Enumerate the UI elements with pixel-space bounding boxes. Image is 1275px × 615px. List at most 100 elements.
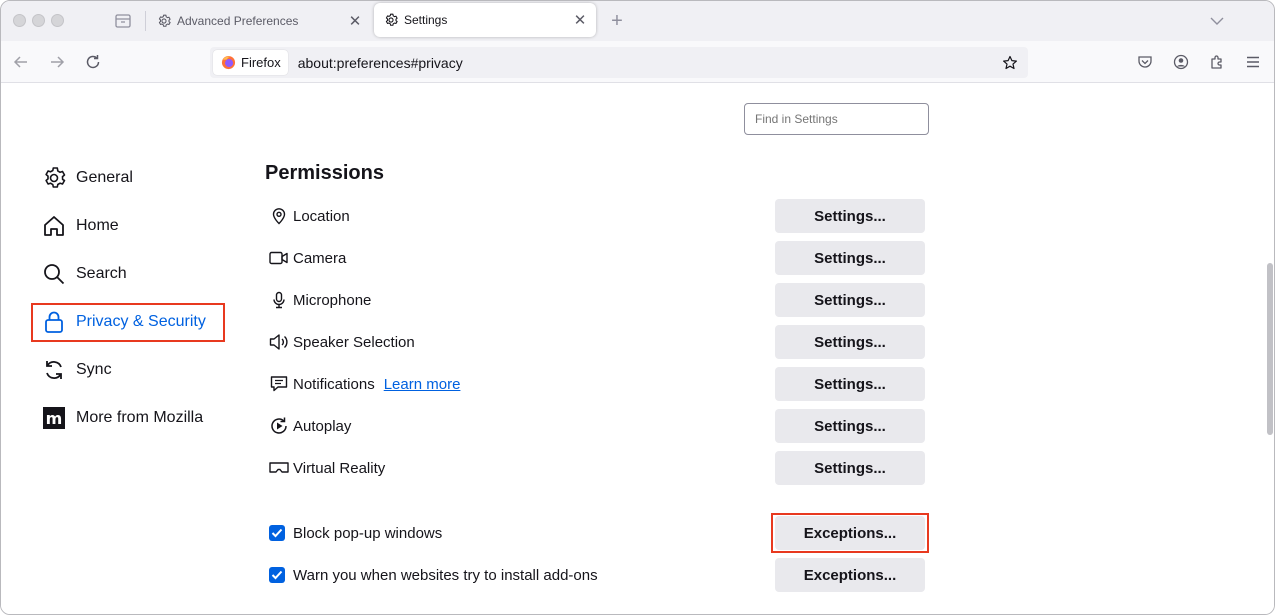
category-search[interactable]: Search xyxy=(41,256,127,292)
tab-separator xyxy=(145,11,146,31)
permission-row-speaker-selection: Speaker Selection xyxy=(269,325,415,359)
notifications-settings-button[interactable]: Settings... xyxy=(775,367,925,401)
location-icon xyxy=(269,206,289,226)
category-label: General xyxy=(76,169,133,186)
pocket-button[interactable] xyxy=(1133,50,1157,74)
microphone-settings-button[interactable]: Settings... xyxy=(775,283,925,317)
account-icon xyxy=(1173,54,1189,70)
gear-icon xyxy=(384,13,398,27)
category-more-from-mozilla[interactable]: m More from Mozilla xyxy=(41,400,203,436)
browser-window: Advanced Preferences ✕ Settings ✕ + Fire… xyxy=(0,0,1275,615)
location-settings-button[interactable]: Settings... xyxy=(775,199,925,233)
category-general[interactable]: General xyxy=(41,160,133,196)
home-icon xyxy=(41,213,67,239)
tab-title: Settings xyxy=(404,13,448,27)
autoplay-settings-button[interactable]: Settings... xyxy=(775,409,925,443)
checkbox-label: Block pop-up windows xyxy=(293,524,443,542)
firefox-view-button[interactable] xyxy=(113,12,133,30)
microphone-icon xyxy=(269,290,289,310)
navigation-toolbar: Firefox about:preferences#privacy xyxy=(1,41,1274,83)
minimize-window-button[interactable] xyxy=(32,14,45,27)
chevron-down-icon xyxy=(1210,17,1224,25)
app-menu-button[interactable] xyxy=(1241,50,1265,74)
permissions-heading: Permissions xyxy=(265,162,384,184)
bookmark-star-button[interactable] xyxy=(998,51,1022,75)
settings-content: General Home Search Privacy & Security xyxy=(1,83,1274,614)
block-popups-row: Block pop-up windows xyxy=(269,518,442,548)
category-home[interactable]: Home xyxy=(41,208,119,244)
category-label: Home xyxy=(76,217,119,234)
reload-button[interactable] xyxy=(81,50,105,74)
new-tab-button[interactable]: + xyxy=(606,10,628,32)
notification-icon xyxy=(269,374,289,394)
permission-label: Virtual Reality xyxy=(293,459,386,477)
close-tab-icon[interactable]: ✕ xyxy=(568,8,592,32)
back-button[interactable] xyxy=(9,50,33,74)
addons-exceptions-button[interactable]: Exceptions... xyxy=(775,558,925,592)
close-tab-icon[interactable]: ✕ xyxy=(343,9,367,33)
sync-icon xyxy=(41,357,67,383)
close-window-button[interactable] xyxy=(13,14,26,27)
page-scrollbar[interactable] xyxy=(1267,263,1273,435)
zoom-window-button[interactable] xyxy=(51,14,64,27)
category-label: Sync xyxy=(76,361,112,378)
permission-row-virtual-reality: Virtual Reality xyxy=(269,451,385,485)
hamburger-menu-icon xyxy=(1247,56,1259,68)
permission-label: Notifications xyxy=(293,375,375,393)
extensions-button[interactable] xyxy=(1205,50,1229,74)
url-text[interactable]: about:preferences#privacy xyxy=(298,55,998,71)
permission-label: Camera xyxy=(293,249,347,267)
gear-icon xyxy=(41,165,67,191)
permission-label: Speaker Selection xyxy=(293,333,415,351)
mozilla-logo-icon: m xyxy=(41,405,67,431)
checkmark-icon xyxy=(271,570,283,580)
find-in-settings-input[interactable] xyxy=(744,103,929,135)
speaker-selection-settings-button[interactable]: Settings... xyxy=(775,325,925,359)
svg-text:m: m xyxy=(46,409,63,428)
camera-settings-button[interactable]: Settings... xyxy=(775,241,925,275)
permission-label: Autoplay xyxy=(293,417,352,435)
block-popups-checkbox[interactable] xyxy=(269,525,285,541)
speaker-icon xyxy=(269,332,289,352)
list-all-tabs-button[interactable] xyxy=(1206,10,1228,32)
search-icon xyxy=(41,261,67,287)
identity-box[interactable]: Firefox xyxy=(213,50,288,75)
forward-arrow-icon xyxy=(51,56,65,68)
star-icon xyxy=(1003,55,1017,69)
firefox-view-icon xyxy=(115,14,131,28)
category-sync[interactable]: Sync xyxy=(41,352,112,388)
url-bar[interactable]: Firefox about:preferences#privacy xyxy=(210,47,1028,78)
autoplay-icon xyxy=(269,416,289,436)
permission-row-notifications: Notifications Learn more xyxy=(269,367,460,401)
tab-settings[interactable]: Settings ✕ xyxy=(374,3,596,37)
permission-row-autoplay: Autoplay xyxy=(269,409,351,443)
puzzle-icon xyxy=(1211,55,1222,69)
firefox-logo-icon xyxy=(221,55,236,70)
checkbox-label: Warn you when websites try to install ad… xyxy=(293,566,598,584)
gear-icon xyxy=(157,14,171,28)
reload-icon xyxy=(86,55,100,69)
highlight-box-exceptions xyxy=(771,513,929,553)
permission-row-camera: Camera xyxy=(269,241,346,275)
permission-label: Microphone xyxy=(293,291,372,309)
account-button[interactable] xyxy=(1169,50,1193,74)
camera-icon xyxy=(269,248,289,268)
warn-addons-row: Warn you when websites try to install ad… xyxy=(269,560,598,590)
tab-strip: Advanced Preferences ✕ Settings ✕ + xyxy=(1,1,1274,41)
pocket-icon xyxy=(1138,56,1152,68)
permission-row-microphone: Microphone xyxy=(269,283,371,317)
learn-more-link[interactable]: Learn more xyxy=(384,376,461,393)
highlight-box-privacy xyxy=(31,303,225,342)
checkmark-icon xyxy=(271,528,283,538)
virtual-reality-settings-button[interactable]: Settings... xyxy=(775,451,925,485)
forward-button[interactable] xyxy=(45,50,69,74)
warn-addons-checkbox[interactable] xyxy=(269,567,285,583)
tab-advanced-preferences[interactable]: Advanced Preferences ✕ xyxy=(147,1,371,41)
category-label: Search xyxy=(76,265,127,282)
back-arrow-icon xyxy=(13,56,27,68)
tab-title: Advanced Preferences xyxy=(177,14,299,28)
permission-row-location: Location xyxy=(269,199,350,233)
vr-headset-icon xyxy=(269,458,289,478)
identity-label: Firefox xyxy=(241,55,281,70)
permission-label: Location xyxy=(293,207,350,225)
